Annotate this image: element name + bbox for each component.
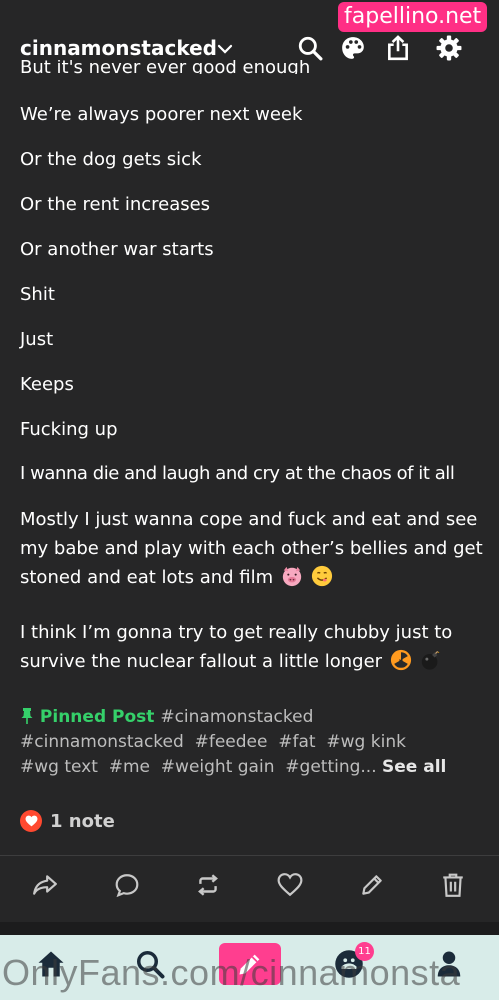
radioactive-emoji [390, 649, 411, 671]
post-paragraph: Mostly I just wanna cope and fuck and ea… [20, 505, 485, 592]
notes-label: 1 note [50, 810, 115, 832]
share-icon[interactable] [385, 35, 411, 61]
bomb-emoji [421, 650, 441, 670]
post-line: Or the dog gets sick [20, 149, 202, 170]
heart-icon [20, 810, 42, 832]
search-icon[interactable] [135, 949, 165, 979]
pinned-post-text: Pinned Post [39, 707, 155, 727]
palette-icon[interactable] [340, 35, 366, 61]
chevron-down-icon[interactable] [216, 40, 234, 58]
post-line: Or another war starts [20, 239, 214, 260]
post-line: Fucking up [20, 419, 118, 440]
smiling-face-emoji [311, 565, 332, 587]
home-icon[interactable] [36, 949, 66, 979]
post-line: We’re always poorer next week [20, 104, 303, 125]
post-text-cut-line: But it's never ever good enough [20, 60, 311, 74]
pinned-post-label[interactable]: Pinned Post [20, 707, 160, 727]
post-line: Keeps [20, 374, 74, 395]
post-line: Or the rent increases [20, 194, 211, 215]
account-icon[interactable] [434, 949, 464, 979]
tag[interactable]: #fat [278, 732, 315, 752]
search-icon[interactable] [297, 35, 323, 61]
divider [0, 855, 499, 856]
post-paragraph: I think I’m gonna try to get really chub… [20, 618, 485, 676]
see-all-tags-link[interactable]: See all [382, 757, 446, 777]
tag[interactable]: #cinnamonstacked [20, 732, 184, 752]
compose-icon [239, 954, 260, 975]
post-tags: Pinned Post #cinamonstacked #cinnamonsta… [20, 705, 480, 780]
tag[interactable]: #weight gain [161, 757, 275, 777]
watermark-top: fapellino.net [338, 2, 488, 32]
pin-icon [21, 708, 33, 724]
tag[interactable]: #getting... [285, 757, 376, 777]
post-line: Just [20, 329, 54, 350]
divider [0, 922, 499, 935]
tag[interactable]: #wg kink [326, 732, 406, 752]
compose-button[interactable] [219, 943, 281, 985]
gear-icon[interactable] [436, 35, 462, 61]
blog-name[interactable]: cinnamonstacked [20, 36, 217, 60]
notes-count[interactable]: 1 note [20, 810, 115, 832]
tag[interactable]: #feedee [195, 732, 268, 752]
reblog-icon[interactable] [195, 872, 221, 898]
edit-icon[interactable] [359, 872, 385, 898]
post-line: Shit [20, 284, 55, 305]
post-paragraph-text: I think I’m gonna try to get really chub… [20, 622, 453, 672]
tag[interactable]: #me [109, 757, 150, 777]
tag[interactable]: #wg text [20, 757, 98, 777]
share-icon[interactable] [32, 872, 58, 898]
post-line: I wanna die and laugh and cry at the cha… [20, 463, 455, 484]
tag[interactable]: #cinamonstacked [160, 707, 313, 727]
like-icon[interactable] [277, 872, 303, 898]
post-paragraph-text: Mostly I just wanna cope and fuck and ea… [20, 509, 483, 588]
pig-face-emoji [282, 566, 302, 587]
delete-icon[interactable] [440, 872, 466, 898]
reply-icon[interactable] [114, 872, 140, 898]
activity-badge: 11 [355, 942, 374, 961]
bottom-nav: 11 [0, 935, 499, 1000]
